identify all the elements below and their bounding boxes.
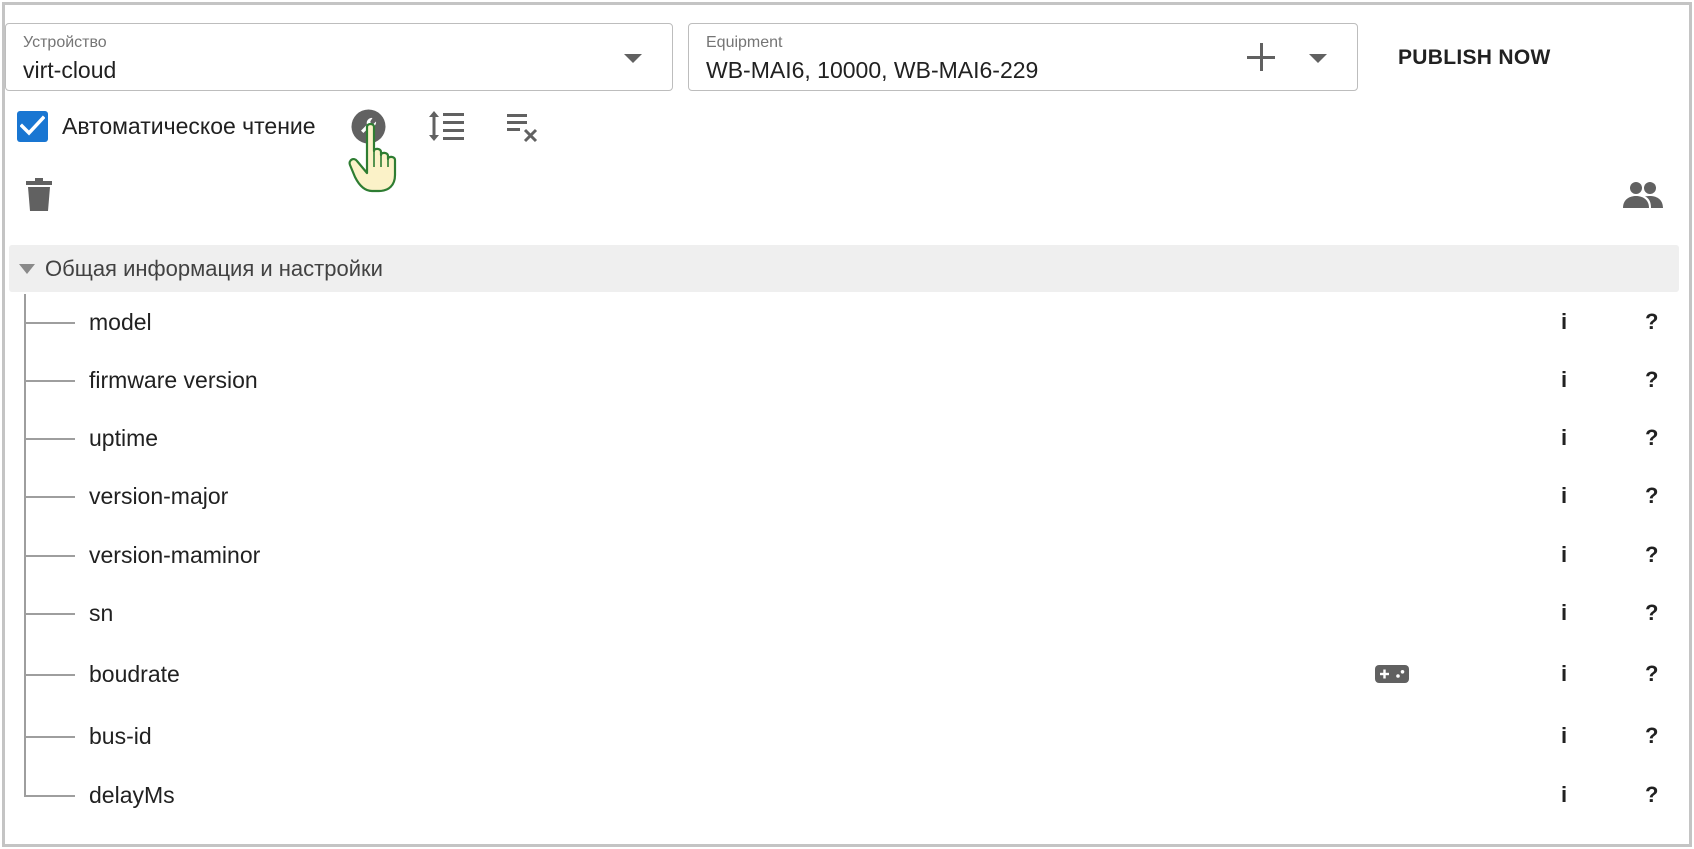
check-icon xyxy=(20,115,45,136)
clear-list-icon[interactable] xyxy=(505,111,541,145)
item-name: model xyxy=(89,309,152,335)
tree-branch xyxy=(24,736,75,738)
help-button[interactable]: ? xyxy=(1645,723,1658,749)
hand-cursor-icon xyxy=(348,122,397,193)
help-button[interactable]: ? xyxy=(1645,782,1658,808)
publish-now-button[interactable]: PUBLISH NOW xyxy=(1378,39,1571,77)
help-button[interactable]: ? xyxy=(1645,661,1658,687)
help-button[interactable]: ? xyxy=(1645,309,1658,335)
equipment-select-value: WB-MAI6, 10000, WB-MAI6-229 xyxy=(706,57,1039,83)
device-select-label: Устройство xyxy=(23,34,107,51)
tree-branch xyxy=(24,438,75,440)
equipment-select[interactable]: Equipment WB-MAI6, 10000, WB-MAI6-229 xyxy=(688,23,1358,91)
item-name: bus-id xyxy=(89,723,152,749)
list-item[interactable]: version-maminor i ? xyxy=(5,535,1694,575)
gamepad-icon[interactable] xyxy=(1375,664,1409,684)
item-name: version-major xyxy=(89,483,229,509)
tree-branch xyxy=(24,674,75,676)
tree-branch xyxy=(24,795,75,797)
list-item[interactable]: firmware version i ? xyxy=(5,360,1694,400)
item-name: uptime xyxy=(89,425,159,451)
item-name: version-maminor xyxy=(89,542,261,568)
list-item[interactable]: sn i ? xyxy=(5,593,1694,633)
info-button[interactable]: i xyxy=(1561,661,1567,687)
chevron-down-icon[interactable] xyxy=(624,54,642,63)
help-button[interactable]: ? xyxy=(1645,600,1658,626)
people-icon[interactable] xyxy=(1623,180,1663,210)
tree-branch xyxy=(24,555,75,557)
item-name: sn xyxy=(89,600,114,626)
tree-branch xyxy=(24,613,75,615)
sort-icon[interactable] xyxy=(427,109,465,143)
chevron-down-icon[interactable] xyxy=(1309,54,1327,63)
list-item[interactable]: version-major i ? xyxy=(5,476,1694,516)
group-header[interactable]: Общая информация и настройки xyxy=(9,245,1679,292)
group-title: Общая информация и настройки xyxy=(45,256,383,281)
item-name: delayMs xyxy=(89,782,175,808)
app-frame: Устройство virt-cloud Equipment WB-MAI6,… xyxy=(2,2,1692,847)
list-item[interactable]: bus-id i ? xyxy=(5,716,1694,756)
info-button[interactable]: i xyxy=(1561,782,1567,808)
item-name: firmware version xyxy=(89,367,258,393)
info-button[interactable]: i xyxy=(1561,483,1567,509)
plus-icon[interactable] xyxy=(1247,43,1275,71)
help-button[interactable]: ? xyxy=(1645,367,1658,393)
list-item[interactable]: model i ? xyxy=(5,302,1694,342)
help-button[interactable]: ? xyxy=(1645,425,1658,451)
info-button[interactable]: i xyxy=(1561,425,1567,451)
trash-icon[interactable] xyxy=(25,178,53,212)
info-button[interactable]: i xyxy=(1561,367,1567,393)
list-item[interactable]: boudrate i ? xyxy=(5,654,1694,694)
info-button[interactable]: i xyxy=(1561,600,1567,626)
list-item[interactable]: uptime i ? xyxy=(5,418,1694,458)
help-button[interactable]: ? xyxy=(1645,542,1658,568)
tree-branch xyxy=(24,496,75,498)
auto-read-label: Автоматическое чтение xyxy=(62,113,316,139)
list-item[interactable]: delayMs i ? xyxy=(5,775,1694,815)
auto-read-checkbox[interactable] xyxy=(17,111,48,142)
info-button[interactable]: i xyxy=(1561,723,1567,749)
info-button[interactable]: i xyxy=(1561,542,1567,568)
tree-branch xyxy=(24,322,75,324)
expand-triangle-icon[interactable] xyxy=(19,264,35,274)
equipment-select-label: Equipment xyxy=(706,34,783,51)
info-button[interactable]: i xyxy=(1561,309,1567,335)
device-select-value: virt-cloud xyxy=(23,57,117,83)
tree-branch xyxy=(24,380,75,382)
help-button[interactable]: ? xyxy=(1645,483,1658,509)
item-name: boudrate xyxy=(89,661,180,687)
device-select[interactable]: Устройство virt-cloud xyxy=(5,23,673,91)
